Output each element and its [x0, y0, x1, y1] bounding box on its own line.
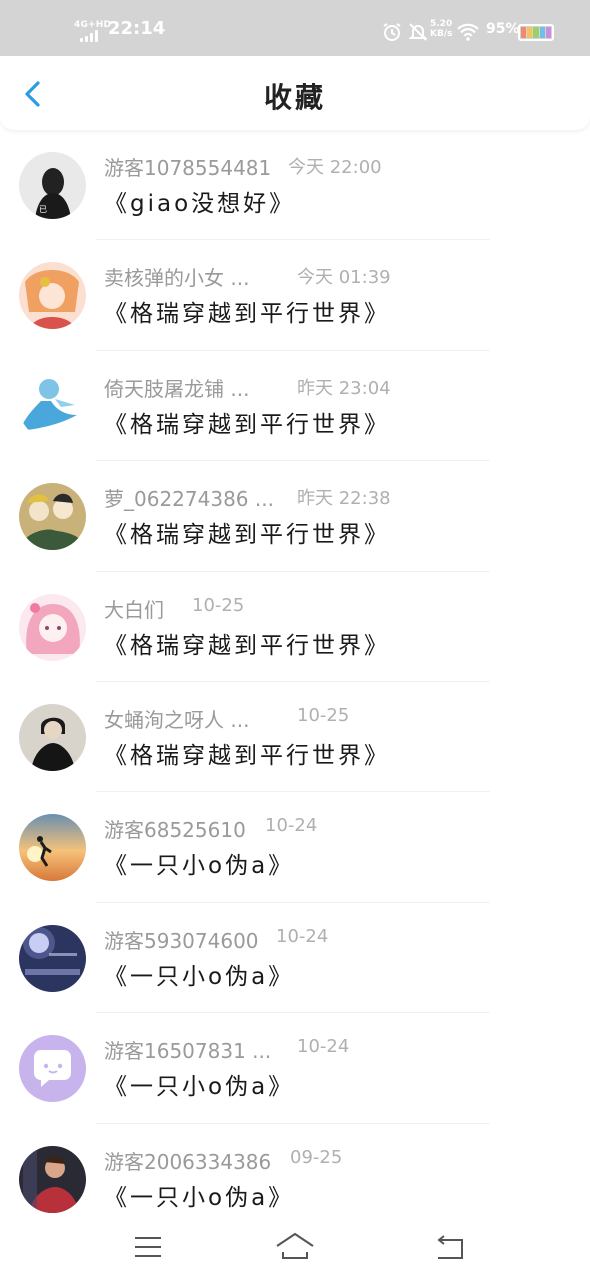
list-item[interactable]: 游客16507831 ... 10-24 《一只小o伪a》 — [0, 1013, 590, 1124]
timestamp: 10-24 — [265, 815, 318, 837]
page-title: 收藏 — [263, 81, 326, 114]
home-icon[interactable] — [275, 1230, 315, 1264]
system-nav-bar — [0, 1216, 590, 1280]
battery-icon — [518, 24, 554, 41]
avatar[interactable] — [19, 924, 86, 992]
timestamp: 昨天 22:38 — [297, 488, 391, 510]
header: 收藏 — [0, 56, 590, 130]
timestamp: 10-24 — [297, 1036, 350, 1058]
signal-icon — [80, 30, 104, 42]
list-item[interactable]: 女蛹洵之呀人 ... 10-25 《格瑞穿越到平行世界》 — [0, 682, 590, 793]
timestamp: 09-25 — [290, 1146, 343, 1168]
username[interactable]: 萝_062274386 ... — [104, 487, 274, 511]
avatar[interactable]: 已 — [19, 152, 86, 219]
list-item[interactable]: 游客68525610 10-24 《一只小o伪a》 — [0, 792, 590, 903]
avatar[interactable] — [19, 593, 86, 661]
avatar[interactable] — [19, 1145, 86, 1213]
story-title[interactable]: 《格瑞穿越到平行世界》 — [104, 515, 390, 549]
timestamp: 10-25 — [297, 704, 350, 726]
speed-unit: KB/s — [430, 29, 453, 39]
story-title[interactable]: 《giao没想好》 — [104, 184, 295, 218]
timestamp: 今天 22:00 — [288, 157, 382, 178]
story-title[interactable]: 《格瑞穿越到平行世界》 — [104, 294, 390, 328]
avatar[interactable] — [19, 703, 86, 771]
story-title[interactable]: 《格瑞穿越到平行世界》 — [104, 626, 390, 660]
battery-percent: 95% — [486, 21, 520, 37]
status-time: 22:14 — [108, 18, 166, 39]
username[interactable]: 卖核弹的小女 ... — [104, 266, 249, 290]
speed-value: 5.20 — [430, 19, 453, 29]
avatar[interactable] — [19, 1035, 86, 1103]
avatar[interactable] — [19, 372, 86, 440]
net-speed: 5.20 KB/s — [430, 19, 453, 39]
menu-icon[interactable] — [128, 1230, 168, 1264]
silent-icon — [408, 23, 428, 41]
avatar[interactable] — [19, 814, 86, 882]
list-item[interactable]: 倚天肢屠龙铺 ... 昨天 23:04 《格瑞穿越到平行世界》 — [0, 351, 590, 462]
story-title[interactable]: 《一只小o伪a》 — [104, 1067, 294, 1101]
status-bar: 4G+HD 22:14 5.20 KB/s 95% — [0, 0, 590, 56]
username[interactable]: 女蛹洵之呀人 ... — [104, 708, 249, 732]
list-item[interactable]: 游客593074600 10-24 《一只小o伪a》 — [0, 903, 590, 1014]
wifi-icon — [457, 23, 479, 41]
network-type: 4G+HD — [74, 20, 112, 30]
timestamp: 昨天 23:04 — [297, 377, 391, 399]
story-title[interactable]: 《一只小o伪a》 — [104, 957, 294, 991]
story-title[interactable]: 《一只小o伪a》 — [104, 1178, 294, 1212]
username[interactable]: 倚天肢屠龙铺 ... — [104, 377, 249, 401]
timestamp: 今天 01:39 — [297, 267, 391, 289]
alarm-icon — [383, 23, 401, 41]
list-item[interactable]: 萝_062274386 ... 昨天 22:38 《格瑞穿越到平行世界》 — [0, 461, 590, 572]
avatar[interactable] — [19, 483, 86, 551]
username[interactable]: 游客1078554481 — [104, 156, 271, 180]
timestamp: 10-25 — [192, 594, 245, 616]
username[interactable]: 游客68525610 — [104, 818, 246, 842]
username[interactable]: 游客16507831 ... — [104, 1039, 271, 1063]
story-title[interactable]: 《格瑞穿越到平行世界》 — [104, 405, 390, 439]
list-item[interactable]: 已 游客1078554481 今天 22:00 《giao没想好》 — [0, 130, 590, 241]
avatar[interactable] — [19, 262, 86, 330]
story-title[interactable]: 《一只小o伪a》 — [104, 846, 294, 880]
favorites-list: 已 游客1078554481 今天 22:00 《giao没想好》 卖核弹的小女 … — [0, 130, 590, 1234]
story-title[interactable]: 《格瑞穿越到平行世界》 — [104, 736, 390, 770]
list-item[interactable]: 大白们 10-25 《格瑞穿越到平行世界》 — [0, 572, 590, 682]
username[interactable]: 大白们 — [104, 598, 164, 622]
svg-text:已: 已 — [39, 205, 47, 214]
list-item[interactable]: 卖核弹的小女 ... 今天 01:39 《格瑞穿越到平行世界》 — [0, 240, 590, 351]
timestamp: 10-24 — [276, 925, 329, 947]
back-icon[interactable] — [430, 1230, 470, 1264]
username[interactable]: 游客2006334386 — [104, 1150, 271, 1174]
username[interactable]: 游客593074600 — [104, 929, 259, 953]
